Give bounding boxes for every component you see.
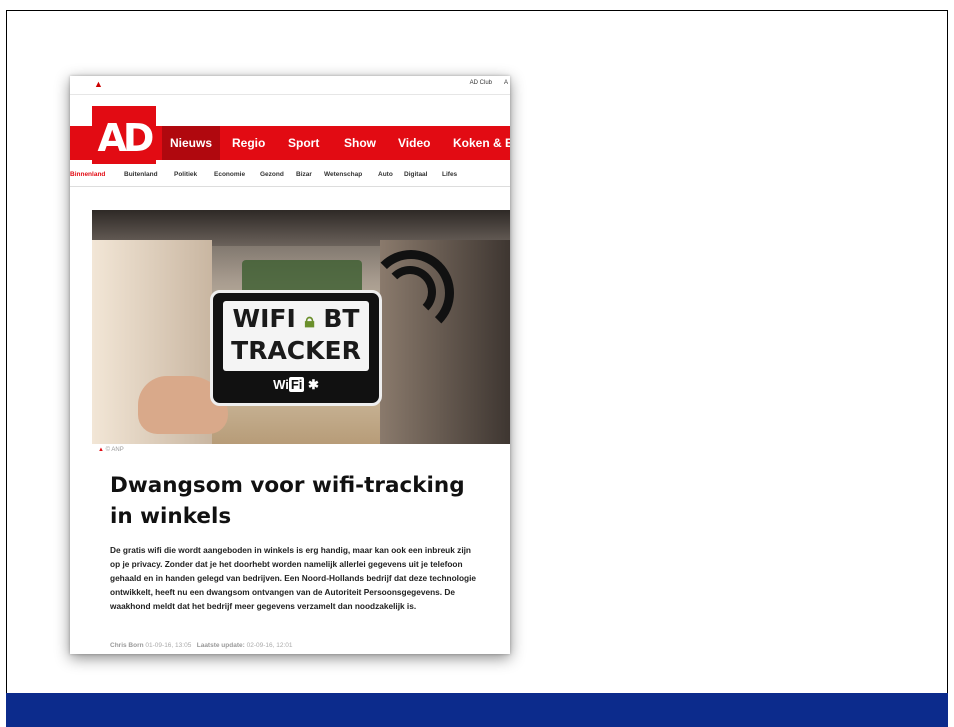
photo-credit: ▲ © ANP (98, 447, 124, 453)
article-headline: Dwangsom voor wifi-tracking in winkels (110, 473, 465, 529)
article-lead: De gratis wifi die wordt aangeboden in w… (110, 545, 477, 611)
credit-triangle-icon: ▲ (98, 447, 104, 453)
ad-logo[interactable]: AD (92, 106, 156, 170)
sign-bt-text: BT (323, 304, 360, 333)
sub-nav-bar: Binnenland Buitenland Politiek Economie … (70, 164, 510, 187)
slide-footer-bar (6, 693, 948, 727)
wifi-wave-inner-icon (384, 266, 436, 318)
subnav-buitenland[interactable]: Buitenland (124, 171, 158, 178)
subnav-binnenland[interactable]: Binnenland (70, 171, 105, 178)
article-screenshot: ▲ AD Club A AD Nieuws Regio Sport Show V… (70, 76, 510, 654)
sign-line-1: WIFI 🔒︎ BT (223, 305, 369, 335)
article-updated: 02-09-16, 12:01 (246, 642, 293, 649)
sign-line-2: TRACKER (231, 336, 361, 365)
subnav-politiek[interactable]: Politiek (174, 171, 197, 178)
red-bird-icon: ▲ (94, 79, 103, 89)
article-author[interactable]: Chris Born (110, 642, 144, 649)
top-strip: ▲ AD Club A (70, 76, 510, 95)
update-label: Laatste update: (196, 642, 245, 649)
subnav-auto[interactable]: Auto (378, 171, 393, 178)
wifi-logo-fi: Fi (288, 377, 305, 392)
nav-item-koken[interactable]: Koken & Et (453, 136, 510, 150)
photo-credit-text: © ANP (105, 447, 124, 453)
logo-text: AD (97, 116, 155, 160)
ad-club-link[interactable]: AD Club (470, 80, 492, 86)
article-meta: Chris Born 01-09-16, 13:05 Laatste updat… (110, 642, 293, 649)
sign-wifi-text: WIFI (232, 304, 296, 333)
tracker-sign: WIFI 🔒︎ BT TRACKER Wi Fi ✱ (210, 290, 382, 406)
nav-item-sport[interactable]: Sport (288, 136, 319, 150)
nav-item-nieuws[interactable]: Nieuws (162, 126, 221, 160)
article-photo: WIFI 🔒︎ BT TRACKER Wi Fi ✱ (92, 210, 510, 444)
top-link-a[interactable]: A (504, 80, 508, 86)
nav-item-regio[interactable]: Regio (232, 136, 265, 150)
subnav-economie[interactable]: Economie (214, 171, 245, 178)
nav-item-video[interactable]: Video (398, 136, 430, 150)
bluetooth-icon: ✱ (308, 377, 319, 392)
subnav-bizar[interactable]: Bizar (296, 171, 312, 178)
nav-item-show[interactable]: Show (344, 136, 376, 150)
subnav-digitaal[interactable]: Digitaal (404, 171, 427, 178)
article-published: 01-09-16, 13:05 (145, 642, 192, 649)
lock-icon: 🔒︎ (304, 310, 315, 332)
sign-footer: Wi Fi ✱ (213, 377, 379, 393)
subnav-gezond[interactable]: Gezond (260, 171, 284, 178)
subnav-wetenschap[interactable]: Wetenschap (324, 171, 362, 178)
sign-panel: WIFI 🔒︎ BT TRACKER (223, 301, 369, 371)
subnav-lifestyle[interactable]: Lifes (442, 171, 457, 178)
wifi-logo-wi: Wi (273, 377, 289, 392)
